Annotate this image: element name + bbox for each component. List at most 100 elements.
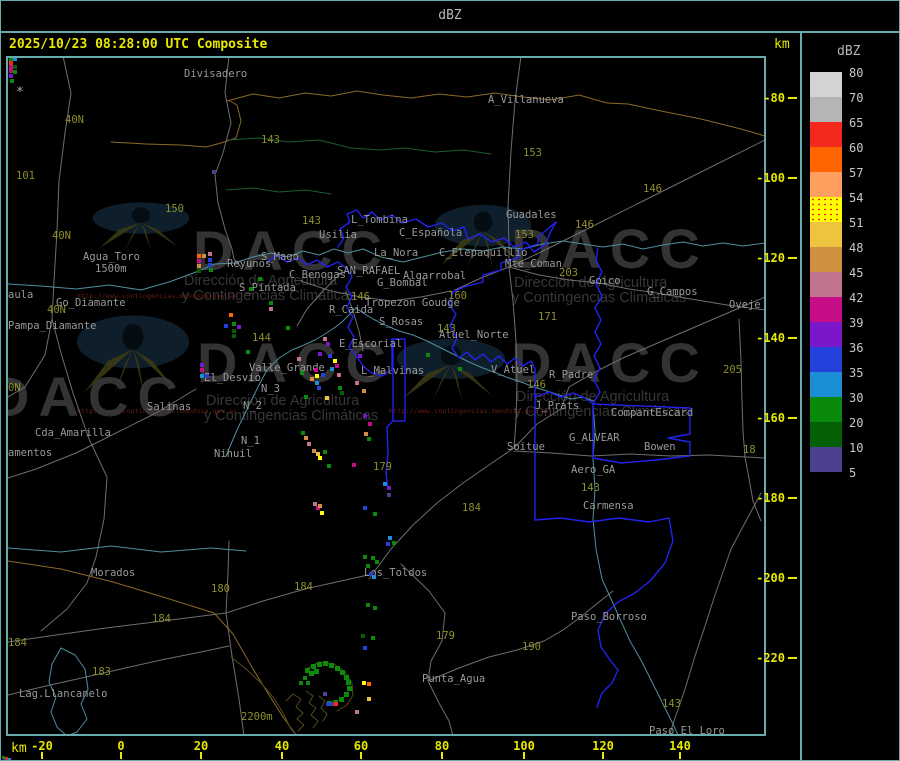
- legend-value-label: 10: [849, 441, 864, 455]
- route-number-label: 179: [373, 461, 392, 473]
- radar-echo-pixel: [286, 326, 290, 330]
- bottom-axis-tick-mark: [523, 752, 525, 759]
- place-label: Lag.Llancanelo: [19, 688, 108, 700]
- route-number-label: 143: [261, 134, 280, 146]
- radar-echo-pixel: [339, 697, 344, 702]
- bottom-axis: km -20 0 20 40 60 80 100 120 140: [1, 736, 766, 760]
- radar-map-canvas[interactable]: Divisadero A_Villanueva Agua_Toro 1500m aula…: [6, 56, 766, 736]
- place-label: Pampa_Diamante: [8, 320, 97, 332]
- bottom-axis-tick-mark: [602, 752, 604, 759]
- radar-echo-pixel: [371, 636, 375, 640]
- route-number-label: 184: [8, 637, 27, 649]
- place-label: N_1: [241, 435, 260, 447]
- radar-echo-pixel: [338, 386, 342, 390]
- route-number-label: 184: [462, 502, 481, 514]
- route-number-label: 101: [16, 170, 35, 182]
- place-label: Carmensa: [583, 500, 634, 512]
- bottom-axis-tick-label: 60: [353, 739, 369, 753]
- legend-value-label: 30: [849, 391, 864, 405]
- route-number-label: 184: [294, 581, 313, 593]
- radar-echo-pixel: [301, 431, 305, 435]
- legend-value-label: 35: [849, 366, 864, 380]
- radar-echo-pixel: [367, 697, 371, 701]
- place-label: Oveje: [729, 299, 761, 311]
- radar-echo-pixel: [323, 692, 327, 696]
- radar-echo-pixel: [318, 456, 322, 460]
- radar-echo-pixel: [208, 252, 212, 256]
- radar-echo-pixel: [202, 254, 206, 258]
- route-number-label: 143: [662, 698, 681, 710]
- place-label: L_Tombina: [351, 214, 408, 226]
- legend-value-label: 36: [849, 341, 864, 355]
- radar-echo-pixel: [367, 437, 371, 441]
- radar-echo-pixel: [337, 373, 341, 377]
- legend-value-label: 45: [849, 266, 864, 280]
- route-number-label: 153: [515, 229, 534, 241]
- radar-echo-pixel: [362, 389, 366, 393]
- route-number-label: 40N: [65, 114, 84, 126]
- legend-color-band: [810, 272, 842, 297]
- bottom-axis-tick-mark: [360, 752, 362, 759]
- place-label: Nihuil: [214, 448, 252, 460]
- radar-echo-pixel: [224, 324, 228, 328]
- radar-echo-pixel: [200, 368, 204, 372]
- radar-echo-pixel: [363, 555, 367, 559]
- place-label: Usilia: [319, 229, 357, 241]
- radar-echo-pixel: [315, 381, 319, 385]
- radar-echo-pixel: [387, 493, 391, 497]
- route-number-label: 18: [743, 444, 756, 456]
- radar-echo-pixel: [367, 682, 371, 686]
- route-number-label: 146: [575, 219, 594, 231]
- right-axis-tick-mark: [788, 497, 797, 499]
- place-label: Agua_Toro: [83, 251, 140, 263]
- radar-echo-pixel: [200, 363, 204, 367]
- route-number-label: 146: [527, 379, 546, 391]
- route-number-label: 153: [523, 147, 542, 159]
- place-label: La_Nora: [374, 247, 419, 259]
- right-axis-tick-mark: [788, 657, 797, 659]
- radar-echo-pixel: [330, 367, 334, 371]
- radar-echo-pixel: [387, 486, 391, 490]
- bottom-axis-tick-mark: [120, 752, 122, 759]
- place-label: C_Española: [399, 227, 463, 239]
- radar-echo-pixel: [304, 436, 308, 440]
- radar-echo-pixel: [328, 354, 332, 358]
- radar-echo-pixel: [237, 325, 241, 329]
- place-label: El_Desvio: [204, 372, 261, 384]
- radar-echo-pixel: [212, 170, 216, 174]
- legend-value-label: 54: [849, 191, 864, 205]
- radar-echo-pixel: [392, 541, 396, 545]
- route-number-label: 184: [152, 613, 171, 625]
- legend-value-label: 48: [849, 241, 864, 255]
- radar-echo-pixel: [361, 634, 365, 638]
- place-label: CompantEscard: [611, 407, 694, 419]
- place-label: amentos: [8, 447, 53, 459]
- radar-echo-pixel: [232, 329, 236, 333]
- right-axis-tick-mark: [788, 577, 797, 579]
- bottom-axis-tick-label: 80: [434, 739, 450, 753]
- route-number-label: 143: [302, 215, 321, 227]
- place-label: Soitue: [507, 441, 545, 453]
- legend-value-label: 39: [849, 316, 864, 330]
- radar-echo-pixel: [310, 377, 314, 381]
- radar-echo-pixel: [323, 337, 327, 341]
- legend-color-band: [810, 347, 842, 372]
- legend-color-band: [810, 397, 842, 422]
- radar-echo-pixel: [347, 686, 352, 691]
- bottom-axis-tick-label: 120: [592, 739, 614, 753]
- radar-echo-pixel: [388, 536, 392, 540]
- right-axis-tick-mark: [788, 337, 797, 339]
- place-label: Algarrobal: [403, 270, 467, 282]
- place-label: SAN_RAFAEL: [337, 265, 401, 277]
- radar-echo-pixel: [209, 268, 213, 272]
- radar-echo-pixel: [208, 263, 212, 267]
- radar-echo-pixel: [13, 70, 17, 74]
- place-label: Tropezon Goudge: [365, 297, 460, 309]
- legend-color-band: [810, 97, 842, 122]
- radar-echo-pixel: [208, 258, 212, 262]
- place-label: E_Escorial: [339, 338, 403, 350]
- legend-color-band: [810, 247, 842, 272]
- radar-echo-pixel: [366, 564, 370, 568]
- radar-echo-pixel: [246, 350, 250, 354]
- radar-echo-pixel: [320, 511, 324, 515]
